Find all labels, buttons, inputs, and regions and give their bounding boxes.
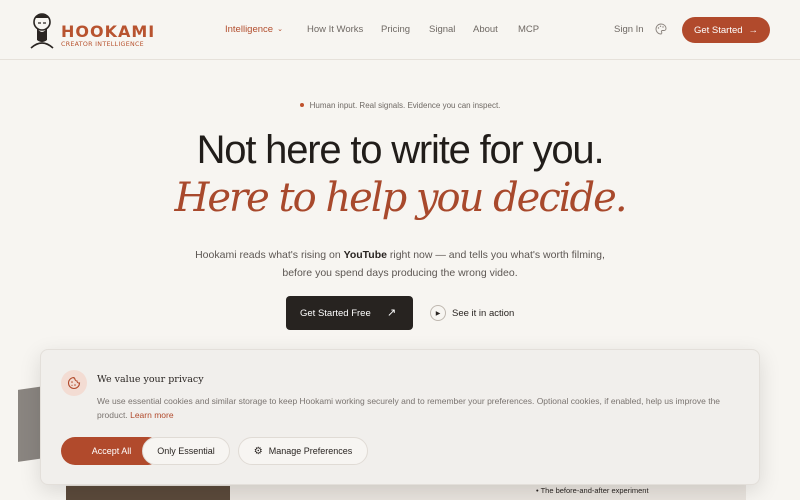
nav-link-how-it-works[interactable]: How It Works	[307, 24, 363, 35]
cookie-title: We value your privacy	[97, 374, 204, 385]
logo-name: HOOKAMI	[61, 22, 156, 41]
chevron-down-icon: ⌄	[277, 26, 283, 33]
hero-subtitle: Hookami reads what's rising on YouTube r…	[0, 246, 800, 282]
nav-link-mcp[interactable]: MCP	[518, 24, 539, 35]
nav-link-intelligence[interactable]: Intelligence ⌄	[225, 24, 283, 35]
cookie-text: We use essential cookies and similar sto…	[97, 394, 737, 422]
samurai-logo-icon	[30, 13, 54, 49]
nav-link-about[interactable]: About	[473, 24, 498, 35]
subtitle-pre: Hookami reads what's rising on	[195, 249, 344, 261]
get-started-label: Get Started	[693, 24, 743, 36]
tagline-pill: Human input. Real signals. Evidence you …	[0, 101, 800, 110]
get-started-free-label: Get Started Free	[300, 308, 371, 319]
hero-headline-italic: Here to help you decide.	[174, 175, 627, 221]
background-card-text: • The before-and-after experiment	[536, 486, 649, 495]
tagline-text: Human input. Real signals. Evidence you …	[309, 101, 501, 110]
arrow-up-right-icon: ↗	[387, 307, 397, 319]
hero-headline: Not here to write for you.	[196, 128, 605, 172]
nav-link-signal[interactable]: Signal	[429, 24, 455, 35]
manage-preferences-button[interactable]: ⚙ Manage Preferences	[238, 437, 368, 465]
subtitle-post: right now — and tells you what's worth f…	[386, 249, 605, 261]
play-icon: ▶	[430, 305, 446, 321]
dot-icon	[299, 103, 304, 107]
cookie-icon	[61, 370, 87, 396]
background-card-label: The before-and-after experiment	[540, 486, 649, 495]
top-nav: HOOKAMI CREATOR INTELLIGENCE Intelligenc…	[0, 0, 800, 60]
see-it-in-action-label: See it in action	[452, 307, 515, 319]
nav-link-label: Intelligence	[225, 24, 274, 35]
get-started-button[interactable]: Get Started →	[682, 17, 770, 43]
see-it-in-action-button[interactable]: ▶ See it in action	[430, 305, 514, 321]
background-photo	[66, 486, 230, 500]
only-essential-label: Only Essential	[157, 446, 215, 456]
palette-icon[interactable]	[655, 23, 667, 35]
learn-more-link[interactable]: Learn more	[130, 410, 173, 420]
get-started-free-button[interactable]: Get Started Free ↗	[286, 296, 413, 330]
sign-in-link[interactable]: Sign In	[614, 24, 644, 35]
only-essential-button[interactable]: Only Essential	[142, 437, 230, 465]
arrow-right-icon: →	[748, 24, 759, 36]
cookie-body: We use essential cookies and similar sto…	[97, 396, 721, 420]
subtitle-line2: before you spend days producing the wron…	[282, 267, 518, 279]
subtitle-youtube: YouTube	[343, 249, 387, 261]
cookie-banner: We value your privacy We use essential c…	[40, 349, 760, 485]
gear-icon: ⚙	[253, 445, 263, 457]
logo[interactable]: HOOKAMI CREATOR INTELLIGENCE	[28, 10, 158, 52]
logo-tagline: CREATOR INTELLIGENCE	[61, 41, 144, 48]
nav-link-pricing[interactable]: Pricing	[381, 24, 410, 35]
manage-preferences-label: Manage Preferences	[268, 446, 353, 456]
